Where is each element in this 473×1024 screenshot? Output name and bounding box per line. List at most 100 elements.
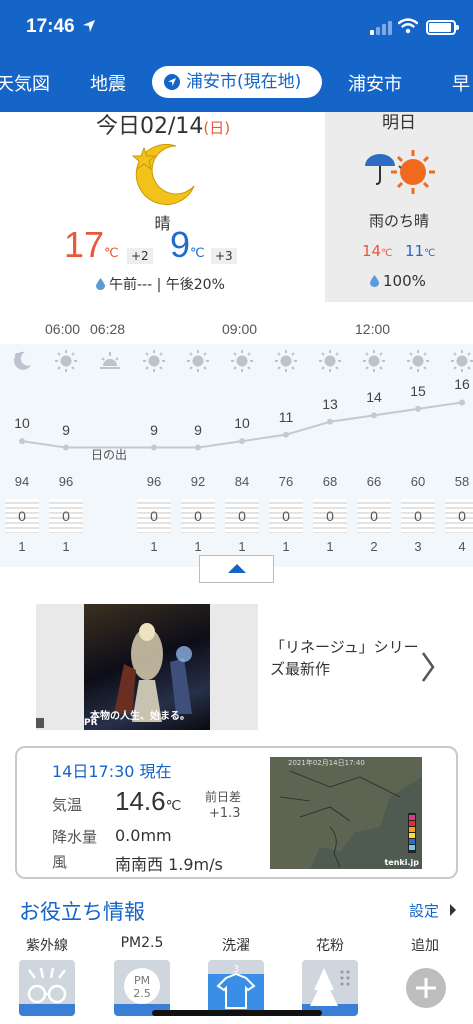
pollen-icon[interactable] — [302, 960, 358, 1016]
settings-link[interactable]: 設定 — [409, 900, 439, 921]
temp-point — [459, 399, 465, 406]
sun-icon — [407, 350, 429, 372]
precip-cell: 0 — [445, 499, 473, 533]
humidity-label: 76 — [278, 474, 294, 489]
temp-label: 9 — [194, 421, 202, 438]
today-date: 今日02/14(日) — [96, 108, 230, 140]
today-high: 17℃ — [64, 224, 119, 266]
add-icon[interactable] — [405, 967, 447, 1009]
caret-right-icon[interactable] — [450, 904, 456, 916]
temp-label: 14 — [366, 389, 382, 406]
info-label-pm25: PM2.5 — [120, 935, 164, 951]
temp-label: 13 — [322, 395, 338, 412]
tomorrow-low-unit: ℃ — [424, 248, 436, 259]
sun-icon — [275, 350, 297, 372]
tomorrow-rain-value: 100% — [383, 272, 426, 290]
uv-icon[interactable] — [19, 960, 75, 1016]
moon-star-icon — [131, 143, 195, 205]
current-temp-number: 14.6 — [115, 786, 166, 816]
temp-label: 11 — [278, 408, 294, 425]
humidity-label: 58 — [454, 474, 470, 489]
wind-label: 1 — [326, 539, 334, 554]
tomorrow-high-value: 14 — [362, 242, 382, 260]
ad-caption: 本物の人生、始まる。 — [90, 711, 190, 722]
app-header: 17:46 天気図 地震 浦安市(現在地) 浦安市 早 — [0, 0, 473, 112]
today-rain-value: 午前--- | 午後20% — [109, 277, 225, 293]
chevron-right-icon[interactable] — [420, 651, 436, 683]
raindrop-icon — [96, 278, 105, 290]
pm25-icon[interactable]: PM 2.5 — [114, 960, 170, 1016]
sun-icon — [451, 350, 473, 372]
wind-label: 2 — [370, 539, 378, 554]
useful-info-title: お役立ち情報 — [19, 900, 145, 924]
humidity-label: 96 — [146, 474, 162, 489]
humidity-label: 94 — [14, 474, 30, 489]
humidity-label: 92 — [190, 474, 206, 489]
today-day-of-week: (日) — [203, 119, 231, 137]
tab-current-location[interactable]: 浦安市(現在地) — [152, 66, 322, 98]
current-temp-label: 気温 — [52, 796, 83, 814]
sunrise-label: 日の出 — [91, 448, 128, 462]
sunrise-icon — [100, 352, 120, 369]
today-condition: 晴 — [154, 214, 171, 233]
tab-earthquake[interactable]: 地震 — [90, 70, 126, 96]
hourly-time-labels: 06:00 06:28 09:00 12:00 — [0, 312, 473, 344]
sun-icon — [187, 350, 209, 372]
raindrop-icon — [370, 275, 379, 287]
current-diff-value: +1.3 — [209, 806, 241, 821]
home-indicator — [152, 1010, 322, 1016]
current-diff-label: 前日差 — [205, 790, 242, 804]
hour-label: 06:00 — [45, 321, 81, 337]
precip-cell: 0 — [357, 499, 391, 533]
ad-info-icon[interactable] — [36, 718, 44, 728]
radar-map-brand: tenki.jp — [384, 858, 419, 867]
hour-label: 12:00 — [355, 321, 391, 337]
battery-icon — [426, 20, 459, 35]
precip-cell: 0 — [137, 499, 171, 533]
laundry-icon[interactable]: 3 — [208, 960, 264, 1016]
status-bar: 17:46 — [0, 0, 473, 58]
ad-pr-label: PR — [84, 718, 98, 728]
temp-point — [415, 405, 421, 412]
hour-label: 06:28 — [90, 321, 126, 337]
current-conditions-card[interactable]: 14日17:30 現在 気温 14.6℃ 前日差 +1.3 降水量 0.0mm … — [15, 746, 458, 879]
ad-image[interactable]: 本物の人生、始まる。 PR — [84, 604, 210, 730]
sun-icon — [319, 350, 341, 372]
tab-weather-map[interactable]: 天気図 — [0, 70, 50, 96]
current-wind-value: 南南西 1.9m/s — [115, 855, 223, 874]
collapse-hourly-button[interactable] — [199, 555, 274, 583]
ad-text[interactable]: 「リネージュ」シリーズ最新作 — [270, 636, 420, 680]
wind-label: 3 — [414, 539, 422, 554]
tomorrow-condition: 雨のち晴 — [368, 212, 429, 230]
wind-label: 4 — [458, 539, 466, 554]
ad-banner[interactable]: 本物の人生、始まる。 PR — [36, 604, 258, 730]
temp-point — [283, 431, 289, 438]
humidity-label: 96 — [58, 474, 74, 489]
sun-icon — [143, 350, 165, 372]
humidity-label: 84 — [234, 474, 250, 489]
temp-point — [19, 438, 25, 445]
today-forecast[interactable]: 今日02/14(日) 晴 17℃ +2 9℃ +3 午前--- | 午後20% — [0, 112, 325, 302]
shirt-icon: 3 — [208, 964, 264, 1016]
radar-map[interactable]: 2021年02月14日17:40 tenki.jp — [270, 757, 422, 869]
tomorrow-title: 明日 — [382, 113, 416, 133]
precip-cell: 0 — [181, 499, 215, 533]
sun-icon — [363, 350, 385, 372]
location-arrow-icon — [164, 74, 180, 90]
pm25-badge-icon: PM 2.5 — [114, 968, 170, 1016]
tab-next[interactable]: 早 — [452, 70, 470, 96]
tomorrow-forecast[interactable]: 明日 雨のち晴 14℃ 11℃ 100% — [325, 112, 473, 302]
current-precip-label: 降水量 — [52, 828, 98, 846]
status-time: 17:46 — [26, 16, 75, 37]
svg-text:2.5: 2.5 — [133, 987, 151, 1000]
tab-bar: 天気図 地震 浦安市(現在地) 浦安市 早 — [0, 62, 473, 102]
today-high-value: 17 — [64, 224, 105, 265]
tab-urayasu[interactable]: 浦安市 — [348, 70, 402, 96]
info-label-uv: 紫外線 — [26, 938, 68, 954]
tree-icon — [302, 968, 358, 1016]
humidity-label: 60 — [410, 474, 426, 489]
wind-label: 1 — [238, 539, 246, 554]
current-temp-unit: ℃ — [165, 797, 182, 813]
precip-cell: 0 — [313, 499, 347, 533]
hourly-forecast[interactable]: 06:00 06:28 09:00 12:00 日の出 10 94 0 1 9 96 0 1 9… — [0, 312, 473, 567]
